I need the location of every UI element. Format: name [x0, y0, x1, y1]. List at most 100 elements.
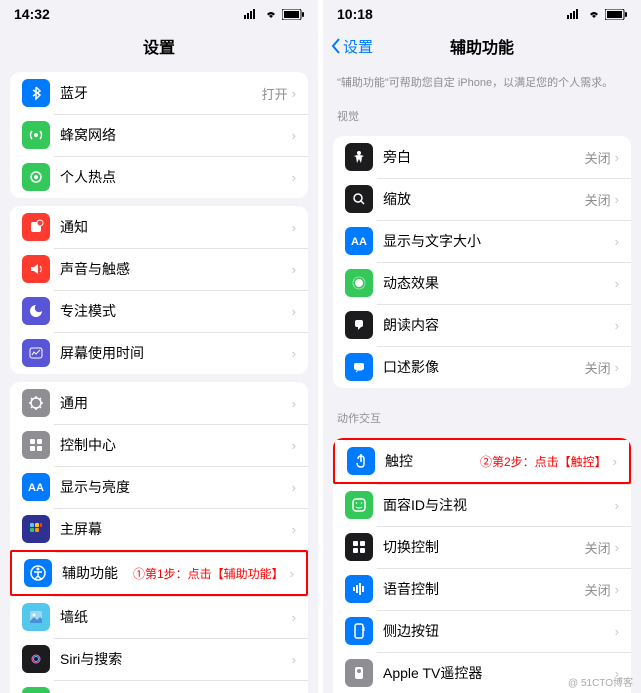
settings-row-wallpaper[interactable]: 墙纸 ›: [10, 596, 308, 638]
row-value: 关闭: [585, 148, 611, 167]
settings-row-motion[interactable]: 动态效果 ›: [333, 262, 631, 304]
battery-icon: [282, 9, 304, 20]
settings-row-general[interactable]: 通用 ›: [10, 382, 308, 424]
row-label: 口述影像: [383, 357, 585, 377]
general-icon: [22, 389, 50, 417]
row-label: 显示与亮度: [60, 477, 292, 497]
chevron-right-icon: ›: [615, 498, 619, 513]
chevron-right-icon: ›: [613, 454, 617, 469]
accessibility-icon: [24, 559, 52, 587]
step-annotation: ①第1步：点击【辅助功能】: [133, 565, 284, 582]
row-label: 屏幕使用时间: [60, 343, 292, 363]
settings-row-switch[interactable]: 切换控制 关闭 ›: [333, 526, 631, 568]
row-value: 打开: [262, 84, 288, 103]
voiceover-icon: [345, 143, 373, 171]
settings-group: 触控 ②第2步：点击【触控】 › 面容ID与注视 › 切换控制 关闭 › 语音控…: [333, 438, 631, 693]
settings-row-zoom[interactable]: 缩放 关闭 ›: [333, 178, 631, 220]
accessibility-scroll[interactable]: "辅助功能"可帮助您自定 iPhone，以满足您的个人需求。 视觉 旁白 关闭 …: [323, 64, 641, 693]
step-annotation: ②第2步：点击【触控】: [480, 453, 607, 470]
wallpaper-icon: [22, 603, 50, 631]
row-label: 辅助功能: [62, 563, 133, 583]
settings-row-display[interactable]: AA 显示与亮度 ›: [10, 466, 308, 508]
settings-row-voice[interactable]: 语音控制 关闭 ›: [333, 568, 631, 610]
phone-left: 14:32 设置 蓝牙 打开 › 蜂窝网络 › 个人热点 › 通知 › 声音与触…: [0, 0, 318, 693]
chevron-right-icon: ›: [290, 566, 294, 581]
settings-row-screentime[interactable]: 屏幕使用时间 ›: [10, 332, 308, 374]
settings-group: 通知 › 声音与触感 › 专注模式 › 屏幕使用时间 ›: [10, 206, 308, 374]
row-value: 关闭: [585, 580, 611, 599]
row-label: 朗读内容: [383, 315, 615, 335]
chevron-left-icon: [331, 38, 341, 54]
settings-row-spoken[interactable]: 朗读内容 ›: [333, 304, 631, 346]
section-header: 动作交互: [323, 396, 641, 430]
cellular-icon: [22, 121, 50, 149]
watermark: @ 51CTO博客: [568, 674, 633, 689]
row-label: 通用: [60, 393, 292, 413]
nav-bar: 设置 辅助功能: [323, 28, 641, 64]
chevron-right-icon: ›: [292, 396, 296, 411]
settings-group: 旁白 关闭 › 缩放 关闭 › AA 显示与文字大小 › 动态效果 › 朗读内容…: [333, 136, 631, 388]
settings-row-siri[interactable]: Siri与搜索 ›: [10, 638, 308, 680]
switch-icon: [345, 533, 373, 561]
settings-group: 蓝牙 打开 › 蜂窝网络 › 个人热点 ›: [10, 72, 308, 198]
status-bar: 14:32: [0, 0, 318, 28]
settings-row-faceid[interactable]: 面容ID与密码 ›: [10, 680, 308, 693]
chevron-right-icon: ›: [615, 540, 619, 555]
battery-icon: [605, 9, 627, 20]
chevron-right-icon: ›: [615, 276, 619, 291]
row-value: 关闭: [585, 358, 611, 377]
settings-group: 通用 › 控制中心 › AA 显示与亮度 › 主屏幕 › 辅助功能 ①第1步：点…: [10, 382, 308, 693]
row-label: 语音控制: [383, 579, 585, 599]
status-icons: [567, 9, 627, 20]
chevron-right-icon: ›: [615, 360, 619, 375]
status-icons: [244, 9, 304, 20]
status-time: 14:32: [14, 6, 50, 22]
touch-icon: [347, 447, 375, 475]
settings-row-home[interactable]: 主屏幕 ›: [10, 508, 308, 550]
back-button[interactable]: 设置: [331, 36, 373, 57]
row-label: 个人热点: [60, 167, 292, 187]
row-label: 蜂窝网络: [60, 125, 292, 145]
chevron-right-icon: ›: [615, 150, 619, 165]
settings-row-side[interactable]: 侧边按钮 ›: [333, 610, 631, 652]
settings-row-faceid2[interactable]: 面容ID与注视 ›: [333, 484, 631, 526]
chevron-right-icon: ›: [615, 624, 619, 639]
wifi-icon: [587, 9, 601, 19]
settings-row-control[interactable]: 控制中心 ›: [10, 424, 308, 466]
settings-row-hotspot[interactable]: 个人热点 ›: [10, 156, 308, 198]
signal-icon: [567, 9, 583, 19]
settings-row-focus[interactable]: 专注模式 ›: [10, 290, 308, 332]
settings-row-bluetooth[interactable]: 蓝牙 打开 ›: [10, 72, 308, 114]
back-label: 设置: [343, 36, 373, 57]
settings-row-sound[interactable]: 声音与触感 ›: [10, 248, 308, 290]
row-label: 墙纸: [60, 607, 292, 627]
settings-scroll[interactable]: 蓝牙 打开 › 蜂窝网络 › 个人热点 › 通知 › 声音与触感 › 专注模式 …: [0, 64, 318, 693]
svg-text:AA: AA: [28, 482, 44, 494]
settings-row-touch[interactable]: 触控 ②第2步：点击【触控】 ›: [333, 438, 631, 484]
chevron-right-icon: ›: [292, 220, 296, 235]
spoken-icon: [345, 311, 373, 339]
chevron-right-icon: ›: [292, 438, 296, 453]
chevron-right-icon: ›: [615, 234, 619, 249]
screentime-icon: [22, 339, 50, 367]
row-label: 缩放: [383, 189, 585, 209]
focus-icon: [22, 297, 50, 325]
settings-row-notification[interactable]: 通知 ›: [10, 206, 308, 248]
sound-icon: [22, 255, 50, 283]
status-time: 10:18: [337, 6, 373, 22]
settings-row-audio-desc[interactable]: 口述影像 关闭 ›: [333, 346, 631, 388]
chevron-right-icon: ›: [292, 86, 296, 101]
nav-bar: 设置: [0, 28, 318, 64]
display-icon: AA: [22, 473, 50, 501]
settings-row-voiceover[interactable]: 旁白 关闭 ›: [333, 136, 631, 178]
settings-row-cellular[interactable]: 蜂窝网络 ›: [10, 114, 308, 156]
row-label: 主屏幕: [60, 519, 292, 539]
status-bar: 10:18: [323, 0, 641, 28]
row-label: 动态效果: [383, 273, 615, 293]
settings-row-accessibility[interactable]: 辅助功能 ①第1步：点击【辅助功能】 ›: [10, 550, 308, 596]
chevron-right-icon: ›: [615, 192, 619, 207]
chevron-right-icon: ›: [292, 128, 296, 143]
chevron-right-icon: ›: [615, 318, 619, 333]
settings-row-textsize[interactable]: AA 显示与文字大小 ›: [333, 220, 631, 262]
chevron-right-icon: ›: [292, 652, 296, 667]
